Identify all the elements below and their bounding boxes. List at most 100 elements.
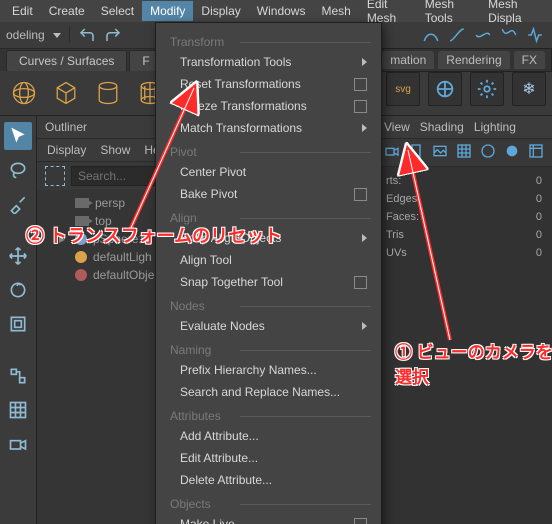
viewport-wireframe-icon[interactable] xyxy=(480,143,496,162)
menu-mesh-displa[interactable]: Mesh Displa xyxy=(480,0,548,28)
menuitem-label: Snap Together Tool xyxy=(180,275,283,289)
curve-icon-1[interactable] xyxy=(422,26,440,47)
menu-modify[interactable]: Modify xyxy=(142,1,193,21)
viewport-shaded-icon[interactable] xyxy=(504,143,520,162)
outliner-menu-display[interactable]: Display xyxy=(47,143,86,157)
stat-row: rts: 0 xyxy=(386,175,542,187)
menuitem-snap-together-tool[interactable]: Snap Together Tool xyxy=(156,271,381,293)
menuitem-evaluate-nodes[interactable]: Evaluate Nodes xyxy=(156,315,381,337)
menuitem-edit-attribute[interactable]: Edit Attribute... xyxy=(156,447,381,469)
menu-select[interactable]: Select xyxy=(93,1,142,21)
menu-create[interactable]: Create xyxy=(41,1,93,21)
right-shelf-icons: svg ❄ xyxy=(386,72,546,106)
menuitem-freeze-transformations[interactable]: Freeze Transformations xyxy=(156,95,381,117)
grid-tool-icon[interactable] xyxy=(4,396,32,424)
dropdown-section-objects: Objects xyxy=(156,491,381,513)
menuitem-label: Freeze Transformations xyxy=(180,99,307,113)
scale-tool-icon[interactable] xyxy=(4,310,32,338)
menuitem-transformation-tools[interactable]: Transformation Tools xyxy=(156,51,381,73)
menuitem-label: Match Transformations xyxy=(180,121,302,135)
viewport-bookmark-icon[interactable] xyxy=(408,143,424,162)
stat-row: Faces: 0 xyxy=(386,211,542,223)
menuitem-label: Reset Transformations xyxy=(180,77,301,91)
viewport-camera-icon[interactable] xyxy=(384,143,400,162)
menuitem-bake-pivot[interactable]: Bake Pivot xyxy=(156,183,381,205)
camera-icon xyxy=(75,216,89,226)
undo-icon[interactable] xyxy=(78,26,96,44)
stat-label: rts: xyxy=(386,175,401,187)
menu-edit[interactable]: Edit xyxy=(4,1,41,21)
snap-tool-icon[interactable] xyxy=(4,362,32,390)
menuitem-snap-align-objects[interactable]: Snap Align Objects xyxy=(156,227,381,249)
menuitem-prefix-hierarchy-names[interactable]: Prefix Hierarchy Names... xyxy=(156,359,381,381)
main-menubar: Edit Create Select Modify Display Window… xyxy=(0,0,552,22)
move-tool-icon[interactable] xyxy=(4,242,32,270)
menuitem-center-pivot[interactable]: Center Pivot xyxy=(156,161,381,183)
tab-animation[interactable]: mation xyxy=(382,51,434,69)
curve-icon-2[interactable] xyxy=(448,26,466,47)
outliner-item-label: defaultLigh xyxy=(93,250,152,264)
viewport-grid-icon[interactable] xyxy=(456,143,472,162)
viewport-menubar: View Shading Lighting xyxy=(376,116,552,139)
redo-icon[interactable] xyxy=(104,26,122,44)
workspace-dropdown-icon[interactable] xyxy=(53,33,61,38)
menu-windows[interactable]: Windows xyxy=(249,1,314,21)
menuitem-delete-attribute[interactable]: Delete Attribute... xyxy=(156,469,381,491)
viewport-menu-view[interactable]: View xyxy=(384,120,410,134)
shelf-primitive-cylinder-icon[interactable] xyxy=(92,77,124,109)
pivot-shelf-icon[interactable] xyxy=(428,72,462,106)
stat-label: Edges: xyxy=(386,193,420,205)
outliner-menu-show[interactable]: Show xyxy=(100,143,130,157)
dropdown-section-align: Align xyxy=(156,205,381,227)
camera-tool-icon[interactable] xyxy=(4,430,32,458)
curve-icon-3[interactable] xyxy=(474,26,492,47)
lasso-tool-icon[interactable] xyxy=(4,156,32,184)
menuitem-make-live[interactable]: Make Live xyxy=(156,513,381,524)
camera-icon xyxy=(75,198,89,208)
curve-tools-icons xyxy=(422,26,544,47)
viewport-table-icon[interactable] xyxy=(528,143,544,162)
outliner-item-label: pSphere1 xyxy=(93,232,145,246)
option-box-icon[interactable] xyxy=(354,78,367,91)
viewport-stats: rts: 0 Edges: 0 Faces: 0 Tris 0 UVs 0 xyxy=(376,167,552,267)
option-box-icon[interactable] xyxy=(354,276,367,289)
dropdown-section-pivot: Pivot xyxy=(156,139,381,161)
option-box-icon[interactable] xyxy=(354,518,367,524)
svg-shelf-icon[interactable]: svg xyxy=(386,72,420,106)
paint-tool-icon[interactable] xyxy=(4,190,32,218)
select-tool-icon[interactable] xyxy=(4,122,32,150)
curve-icon-4[interactable] xyxy=(500,26,518,47)
menuitem-label: Align Tool xyxy=(180,253,232,267)
left-tool-column xyxy=(0,116,37,524)
tab-rendering[interactable]: Rendering xyxy=(438,51,509,69)
menuitem-align-tool[interactable]: Align Tool xyxy=(156,249,381,271)
tab-curves-surfaces[interactable]: Curves / Surfaces xyxy=(6,50,127,71)
viewport-image-plane-icon[interactable] xyxy=(432,143,448,162)
snowflake-shelf-icon[interactable]: ❄ xyxy=(512,72,546,106)
dropdown-section-nodes: Nodes xyxy=(156,293,381,315)
selection-mode-icon[interactable] xyxy=(45,166,65,186)
menu-mesh[interactable]: Mesh xyxy=(313,1,358,21)
shelf-primitive-sphere-icon[interactable] xyxy=(8,77,40,109)
option-box-icon[interactable] xyxy=(354,100,367,113)
shelf-primitive-cube-icon[interactable] xyxy=(50,77,82,109)
rotate-tool-icon[interactable] xyxy=(4,276,32,304)
menuitem-search-replace-names[interactable]: Search and Replace Names... xyxy=(156,381,381,403)
dropdown-section-attributes: Attributes xyxy=(156,403,381,425)
menu-mesh-tools[interactable]: Mesh Tools xyxy=(417,0,480,28)
menuitem-label: Snap Align Objects xyxy=(180,231,281,245)
curve-icon-5[interactable] xyxy=(526,26,544,47)
viewport-menu-shading[interactable]: Shading xyxy=(420,120,464,134)
menuitem-reset-transformations[interactable]: Reset Transformations xyxy=(156,73,381,95)
option-box-icon[interactable] xyxy=(354,188,367,201)
menuitem-add-attribute[interactable]: Add Attribute... xyxy=(156,425,381,447)
tab-fx[interactable]: FX xyxy=(514,51,545,69)
viewport-menu-lighting[interactable]: Lighting xyxy=(474,120,516,134)
menuitem-match-transformations[interactable]: Match Transformations xyxy=(156,117,381,139)
gear-shelf-icon[interactable] xyxy=(470,72,504,106)
menuitem-label: Center Pivot xyxy=(180,165,246,179)
menuitem-label: Search and Replace Names... xyxy=(180,385,340,399)
menu-display[interactable]: Display xyxy=(193,1,248,21)
menuitem-label: Prefix Hierarchy Names... xyxy=(180,363,317,377)
dropdown-section-naming: Naming xyxy=(156,337,381,359)
